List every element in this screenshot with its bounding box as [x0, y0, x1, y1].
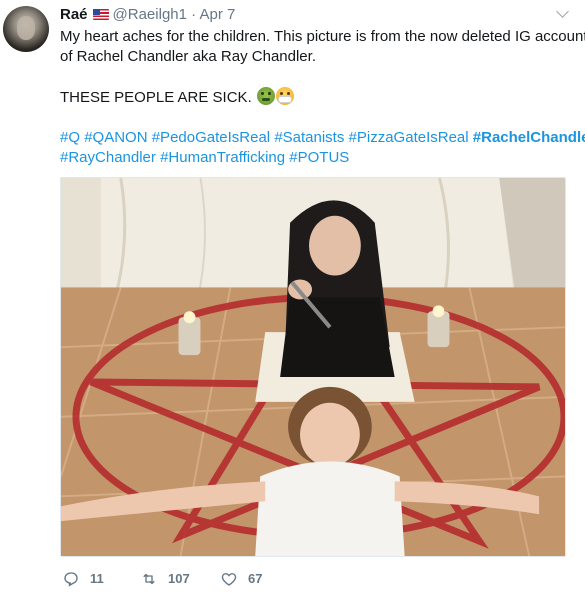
- avatar-face: [17, 16, 35, 40]
- tweet-date[interactable]: Apr 7: [199, 6, 235, 23]
- hashtag-link[interactable]: #QANON: [84, 129, 147, 146]
- photo-illustration: [61, 178, 565, 556]
- avatar[interactable]: [3, 6, 49, 52]
- tweet-text-shout: THESE PEOPLE ARE SICK.: [60, 89, 252, 106]
- retweet-count: 107: [168, 571, 190, 586]
- tweet-text-line: My heart aches for the children. This pi…: [60, 28, 585, 45]
- tweet-header: Raé @Raeilgh1 · Apr 7: [60, 5, 565, 25]
- hashtag-link[interactable]: #PedoGateIsReal: [152, 129, 270, 146]
- hashtag-link[interactable]: #Q: [60, 129, 80, 146]
- face-with-mask-icon: [275, 87, 294, 105]
- hashtag-line: #RayChandler #HumanTrafficking #POTUS: [60, 148, 580, 168]
- hashtag-line: #Q #QANON #PedoGateIsReal #Satanists #Pi…: [60, 128, 585, 148]
- author-handle[interactable]: @Raeilgh1: [113, 6, 187, 23]
- author-name[interactable]: Raé: [60, 6, 88, 23]
- tweet-text: My heart aches for the children. This pi…: [60, 27, 585, 168]
- heart-icon: [221, 573, 237, 586]
- like-button[interactable]: 67: [220, 568, 262, 590]
- retweet-icon: [143, 573, 155, 585]
- like-count: 67: [248, 571, 263, 586]
- reply-button[interactable]: 11: [62, 568, 104, 590]
- hashtag-link[interactable]: #PizzaGateIsReal: [349, 129, 469, 146]
- tweet-actions: 11 107 67: [60, 568, 460, 590]
- hashtag-link[interactable]: #Satanists: [274, 129, 344, 146]
- nauseated-face-icon: [256, 87, 275, 105]
- header-separator: ·: [191, 6, 197, 23]
- tweet: Raé @Raeilgh1 · Apr 7 My heart aches for …: [0, 0, 585, 597]
- reply-icon: [64, 572, 78, 587]
- hashtag-link[interactable]: #POTUS: [289, 149, 349, 166]
- tweet-text-line: THESE PEOPLE ARE SICK.: [60, 87, 580, 108]
- tweet-text-line: of Rachel Chandler aka Ray Chandler.: [60, 48, 316, 65]
- tweet-photo[interactable]: [60, 177, 566, 557]
- us-flag-icon: [92, 9, 109, 20]
- hashtag-link[interactable]: #RachelChandler: [473, 129, 585, 146]
- hashtag-link[interactable]: #RayChandler: [60, 149, 156, 166]
- hashtag-link[interactable]: #HumanTrafficking: [160, 149, 285, 166]
- reply-count: 11: [90, 571, 104, 586]
- retweet-button[interactable]: 107: [140, 568, 190, 590]
